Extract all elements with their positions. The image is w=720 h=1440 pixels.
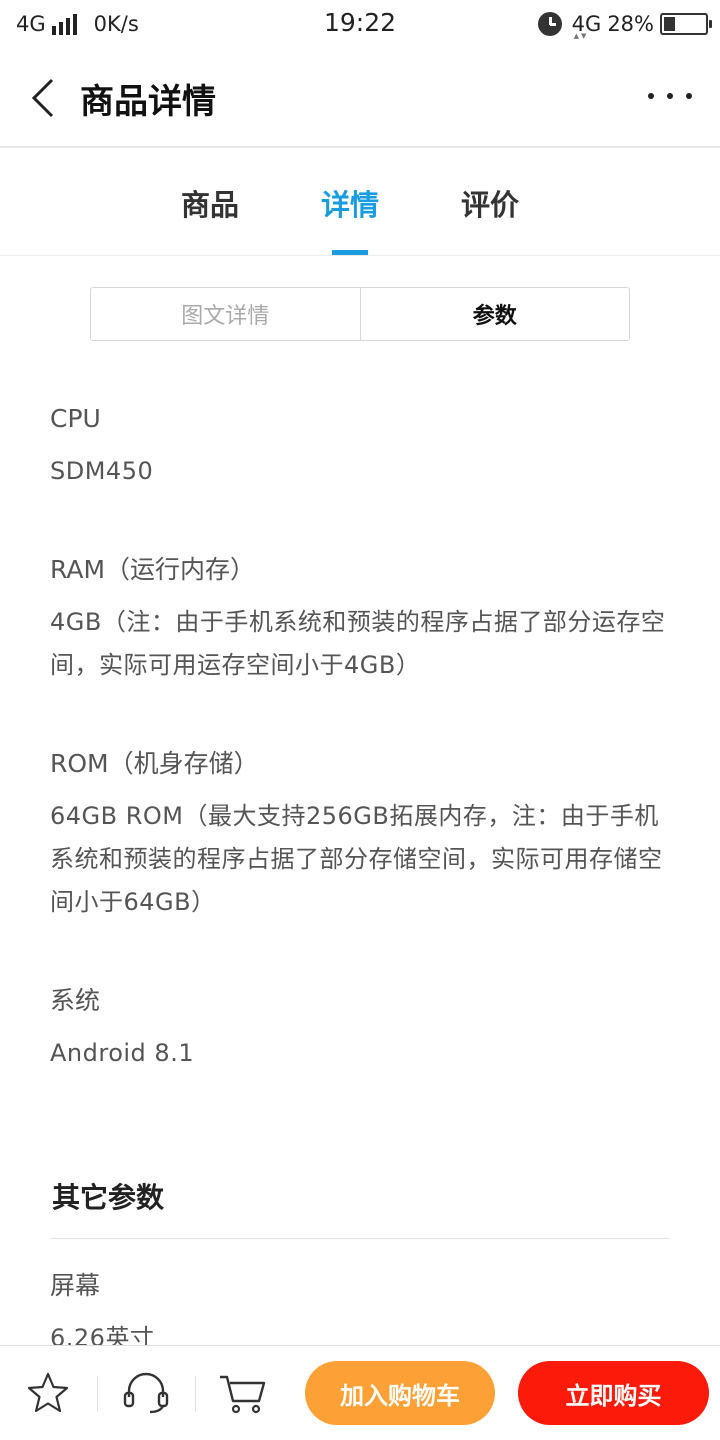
bottom-action-bar: 加入购物车 立即购买: [0, 1345, 720, 1440]
tab-indicator: [332, 250, 368, 255]
param-cpu: CPU SDM450: [50, 400, 670, 493]
separator: [97, 1376, 98, 1412]
param-label: CPU: [50, 404, 101, 433]
section-divider: [50, 1238, 670, 1239]
tab-bar: 商品 详情 评价: [0, 150, 720, 256]
back-arrow-icon[interactable]: [26, 78, 60, 118]
status-bar: 4G 0K/s 19:22 4G 28%: [0, 0, 720, 48]
network-type-right: 4G: [572, 12, 602, 40]
battery-fill: [664, 17, 676, 31]
param-label: 屏幕: [50, 1271, 101, 1300]
param-rom: ROM（机身存储） 64GB ROM（最大支持256GB拓展内存，注：由于手机系…: [50, 745, 670, 924]
param-label: 系统: [50, 986, 101, 1015]
param-value: Android 8.1: [50, 1039, 195, 1067]
favorite-star-icon[interactable]: [23, 1368, 73, 1418]
battery-icon: [660, 13, 712, 35]
tab-product[interactable]: 商品: [170, 182, 250, 224]
add-to-cart-button[interactable]: 加入购物车: [305, 1361, 495, 1425]
signal-icon: [51, 13, 80, 35]
page-title: 商品详情: [80, 82, 216, 122]
other-params-heading: 其它参数: [52, 1181, 165, 1214]
status-left: 4G 0K/s: [16, 10, 139, 38]
param-value: 4GB（注：由于手机系统和预装的程序占据了部分运存空间，实际可用运存空间小于4G…: [50, 608, 666, 679]
separator: [195, 1376, 196, 1412]
tab-details[interactable]: 详情: [310, 182, 390, 224]
param-label: RAM（运行内存）: [50, 555, 256, 584]
status-right: 4G 28%: [537, 8, 712, 40]
param-value: 64GB ROM（最大支持256GB拓展内存，注：由于手机系统和预装的程序占据了…: [50, 802, 663, 916]
param-label: ROM（机身存储）: [50, 749, 259, 778]
more-options-icon[interactable]: [648, 84, 692, 108]
segment-parameters[interactable]: 参数: [361, 288, 630, 340]
customer-service-icon[interactable]: [121, 1368, 171, 1418]
buy-now-button[interactable]: 立即购买: [518, 1361, 709, 1425]
param-ram: RAM（运行内存） 4GB（注：由于手机系统和预装的程序占据了部分运存空间，实际…: [50, 551, 670, 687]
segment-graphic-details[interactable]: 图文详情: [91, 288, 361, 340]
network-speed: 0K/s: [93, 12, 139, 36]
detail-segment-control: 图文详情 参数: [90, 287, 630, 341]
alarm-icon: [537, 12, 562, 36]
top-app-bar: 商品详情: [0, 48, 720, 148]
network-type: 4G: [16, 12, 46, 36]
battery-percent: 28%: [607, 12, 654, 36]
tab-reviews[interactable]: 评价: [450, 182, 530, 224]
param-os: 系统 Android 8.1: [50, 982, 670, 1075]
param-value: SDM450: [50, 457, 154, 485]
shopping-cart-icon[interactable]: [218, 1368, 268, 1418]
